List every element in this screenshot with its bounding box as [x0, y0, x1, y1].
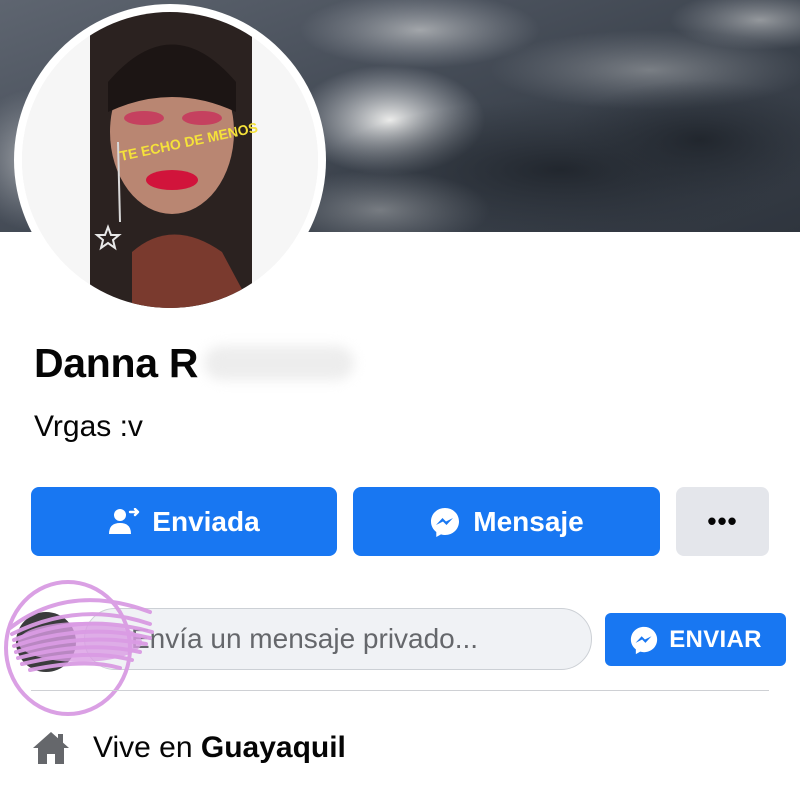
person-check-icon: [108, 507, 140, 536]
more-options-button[interactable]: •••: [676, 487, 769, 556]
friend-request-sent-button[interactable]: Enviada: [31, 487, 337, 556]
messenger-icon: [429, 506, 461, 538]
profile-photo-image: TE ECHO DE MENOS: [22, 12, 318, 308]
profile-name: Danna R: [34, 339, 199, 386]
friend-request-sent-label: Enviada: [152, 505, 260, 537]
profile-bio: Vrgas :v: [34, 410, 143, 443]
send-button[interactable]: ENVIAR: [605, 613, 786, 666]
private-message-input[interactable]: [84, 608, 592, 670]
name-redaction: [204, 346, 355, 380]
info-lives-in: Vive en Guayaquil: [31, 722, 346, 774]
message-button[interactable]: Mensaje: [353, 487, 660, 556]
section-divider: [31, 690, 769, 691]
lives-in-prefix: Vive en: [93, 731, 201, 764]
message-button-label: Mensaje: [473, 505, 584, 537]
profile-picture[interactable]: TE ECHO DE MENOS: [22, 12, 318, 308]
lives-in-text: Vive en Guayaquil: [93, 731, 346, 765]
send-button-label: ENVIAR: [669, 625, 762, 653]
messenger-icon: [629, 625, 659, 655]
more-dots-icon: •••: [707, 506, 738, 536]
home-icon: [31, 730, 73, 766]
lives-in-city[interactable]: Guayaquil: [201, 731, 346, 764]
viewer-avatar: [16, 612, 76, 672]
profile-name-row: Danna R: [34, 338, 355, 388]
